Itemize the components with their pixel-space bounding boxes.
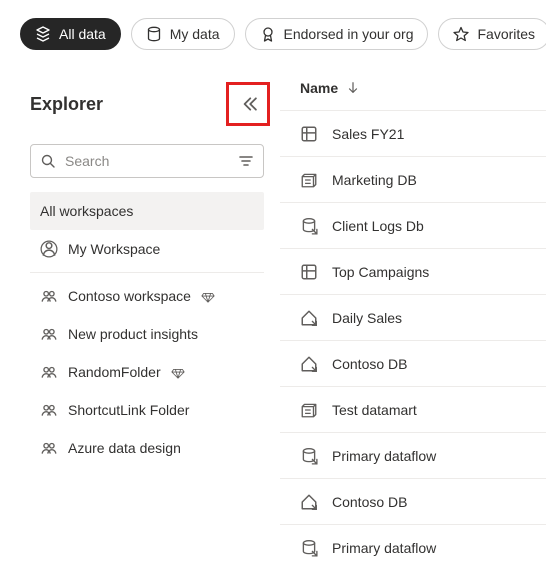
- search-icon: [40, 153, 56, 169]
- data-row[interactable]: Marketing DB: [280, 156, 546, 202]
- explorer-title: Explorer: [30, 94, 103, 115]
- item-label: ShortcutLink Folder: [68, 402, 189, 418]
- item-label: My Workspace: [68, 241, 160, 257]
- filter-endorsed[interactable]: Endorsed in your org: [245, 18, 429, 50]
- group-icon: [40, 287, 58, 305]
- divider: [30, 272, 264, 273]
- dataflow-icon: [300, 447, 318, 465]
- group-icon: [40, 363, 58, 381]
- filter-all-data[interactable]: All data: [20, 18, 121, 50]
- group-icon: [40, 401, 58, 419]
- data-row[interactable]: Client Logs Db: [280, 202, 546, 248]
- row-label: Sales FY21: [332, 126, 404, 142]
- data-row[interactable]: Contoso DB: [280, 340, 546, 386]
- stack-icon: [35, 26, 51, 42]
- item-label: Azure data design: [68, 440, 181, 456]
- group-icon: [40, 325, 58, 343]
- filter-pills: All data My data Endorsed in your org Fa…: [0, 0, 546, 62]
- workspace-item[interactable]: ShortcutLink Folder: [30, 391, 264, 429]
- workspace-item[interactable]: Contoso workspace: [30, 277, 264, 315]
- star-icon: [453, 26, 469, 42]
- data-row[interactable]: Sales FY21: [280, 110, 546, 156]
- workspace-item[interactable]: New product insights: [30, 315, 264, 353]
- datamart-icon: [300, 171, 318, 189]
- row-label: Contoso DB: [332, 494, 407, 510]
- person-icon: [40, 240, 58, 258]
- data-row[interactable]: Daily Sales: [280, 294, 546, 340]
- row-label: Contoso DB: [332, 356, 407, 372]
- house-icon: [300, 355, 318, 373]
- row-label: Top Campaigns: [332, 264, 429, 280]
- filter-icon[interactable]: [238, 153, 254, 169]
- workspace-list: All workspaces My Workspace Contoso work…: [30, 192, 264, 467]
- search-input[interactable]: [30, 144, 264, 178]
- data-row[interactable]: Primary dataflow: [280, 524, 546, 570]
- data-row[interactable]: Primary dataflow: [280, 432, 546, 478]
- row-label: Primary dataflow: [332, 540, 436, 556]
- workspace-item[interactable]: My Workspace: [30, 230, 264, 268]
- data-row[interactable]: Top Campaigns: [280, 248, 546, 294]
- item-label: RandomFolder: [68, 364, 161, 380]
- dataflow-icon: [300, 539, 318, 557]
- house-icon: [300, 493, 318, 511]
- ribbon-icon: [260, 26, 276, 42]
- diamond-icon: [171, 365, 185, 379]
- collapse-explorer-button[interactable]: [226, 82, 270, 126]
- house-icon: [300, 309, 318, 327]
- data-panel: Name Sales FY21 Marketing DB Client Logs…: [280, 62, 546, 560]
- workspace-item[interactable]: RandomFolder: [30, 353, 264, 391]
- workspace-item[interactable]: Azure data design: [30, 429, 264, 467]
- row-label: Client Logs Db: [332, 218, 424, 234]
- dataflow-icon: [300, 217, 318, 235]
- pill-label: Endorsed in your org: [284, 26, 414, 42]
- row-label: Marketing DB: [332, 172, 417, 188]
- header-label: Name: [300, 80, 338, 96]
- row-label: Daily Sales: [332, 310, 402, 326]
- cylinder-icon: [146, 26, 162, 42]
- filter-favorites[interactable]: Favorites: [438, 18, 546, 50]
- data-row[interactable]: Contoso DB: [280, 478, 546, 524]
- item-label: New product insights: [68, 326, 198, 342]
- datamart-icon: [300, 401, 318, 419]
- row-label: Primary dataflow: [332, 448, 436, 464]
- sort-arrow-icon: [346, 81, 360, 95]
- data-row[interactable]: Test datamart: [280, 386, 546, 432]
- filter-my-data[interactable]: My data: [131, 18, 235, 50]
- pill-label: All data: [59, 26, 106, 42]
- all-workspaces-item[interactable]: All workspaces: [30, 192, 264, 230]
- diamond-icon: [201, 289, 215, 303]
- row-label: Test datamart: [332, 402, 417, 418]
- explorer-panel: Explorer All workspaces My Workspace Con…: [0, 62, 280, 560]
- item-label: All workspaces: [40, 203, 133, 219]
- chevrons-left-icon: [239, 95, 257, 113]
- dataset-icon: [300, 263, 318, 281]
- pill-label: My data: [170, 26, 220, 42]
- pill-label: Favorites: [477, 26, 535, 42]
- item-label: Contoso workspace: [68, 288, 191, 304]
- dataset-icon: [300, 125, 318, 143]
- column-header-name[interactable]: Name: [280, 80, 546, 110]
- group-icon: [40, 439, 58, 457]
- data-list: Sales FY21 Marketing DB Client Logs Db T…: [280, 110, 546, 570]
